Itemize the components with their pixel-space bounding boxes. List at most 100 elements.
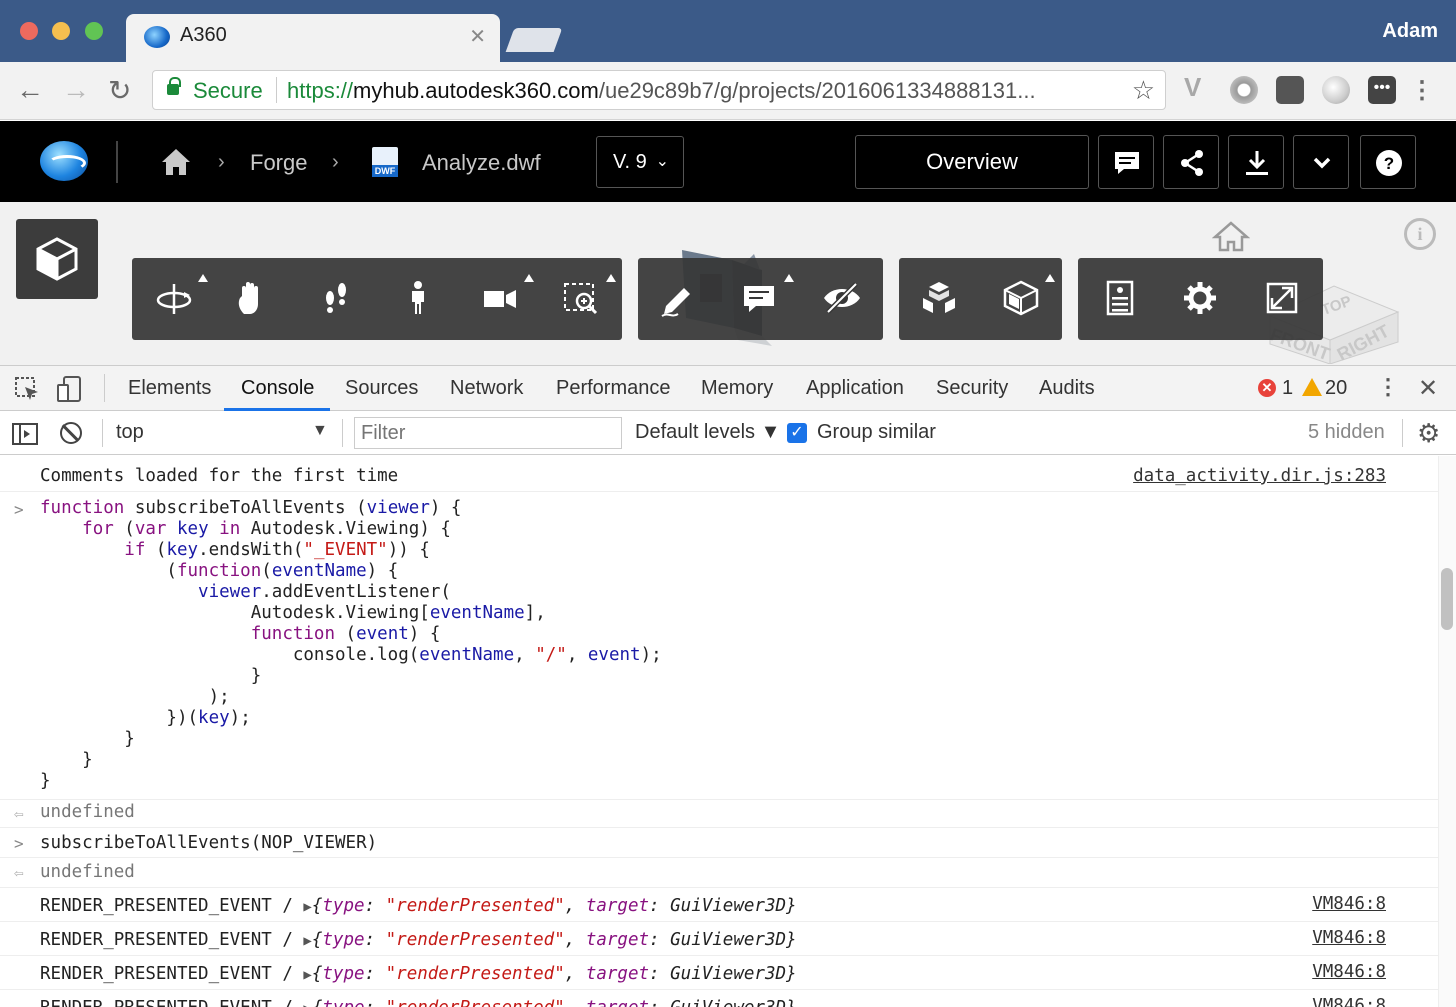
a360-logo-icon[interactable] [40,141,88,181]
explode-tool[interactable] [919,278,959,318]
inspect-element-icon[interactable] [14,376,40,402]
tab-application[interactable]: Application [806,377,904,400]
submenu-arrow-icon [784,274,794,282]
fullscreen-tool[interactable] [1262,278,1302,318]
device-toolbar-icon[interactable] [56,375,84,403]
lock-icon [167,77,181,95]
window-minimize-button[interactable] [52,22,70,40]
log-source-link[interactable]: VM846:8 [1312,962,1386,982]
back-arrow-icon[interactable]: ← [16,74,44,106]
overview-button[interactable]: Overview [855,135,1089,189]
submenu-arrow-icon [198,274,208,282]
new-tab-button[interactable] [505,28,563,52]
tab-audits[interactable]: Audits [1039,377,1095,400]
section-tool[interactable] [1001,274,1055,318]
camera-tool[interactable] [480,274,534,318]
console-output[interactable]: Comments loaded for the first time data_… [0,456,1456,1007]
info-icon[interactable]: i [1404,218,1436,250]
code-line-10: ); [40,687,230,707]
extension-dots-icon[interactable]: ••• [1368,76,1396,104]
comments-tool[interactable] [740,274,794,318]
tab-memory[interactable]: Memory [701,377,773,400]
properties-tool[interactable] [1100,278,1140,318]
comment-button[interactable] [1098,135,1154,189]
breadcrumb-forge[interactable]: Forge [250,150,307,176]
tab-security[interactable]: Security [936,377,1008,400]
console-log-row: RENDER_PRESENTED_EVENT / ▶{type: "render… [0,888,1438,922]
devtools-close-icon[interactable]: ✕ [1418,374,1438,403]
dropdown-arrow-icon[interactable]: ▼ [312,422,328,440]
pan-tool[interactable] [232,278,272,318]
help-button[interactable]: ? [1360,135,1416,189]
console-sidebar-icon[interactable] [12,423,38,445]
clear-console-icon[interactable] [60,422,82,444]
group-similar-label[interactable]: Group similar [817,421,936,444]
console-filter-input[interactable] [354,417,622,449]
expand-triangle-icon[interactable]: ▶ [303,1001,311,1007]
model-toolbar [899,258,1062,340]
breadcrumb-separator-icon: › [218,151,225,173]
scrollbar-thumb[interactable] [1441,568,1453,630]
first-person-tool[interactable] [398,278,438,318]
tab-console[interactable]: Console [241,377,314,400]
log-source-link[interactable]: VM846:8 [1312,996,1386,1007]
code-line-3: if (key.endsWith("_EVENT")) { [124,540,430,560]
download-icon [1246,151,1268,175]
devtools-menu-icon[interactable]: ⋮ [1377,374,1399,400]
address-bar[interactable]: Secure https://myhub.autodesk360.com/ue2… [152,70,1166,110]
tab-elements[interactable]: Elements [128,377,211,400]
dwf-file-icon: DWF [372,147,398,177]
extension-v-icon[interactable]: V [1184,72,1212,102]
profile-name[interactable]: Adam [1382,20,1438,43]
group-similar-checkbox[interactable]: ✓ [787,423,807,443]
expand-triangle-icon[interactable]: ▶ [303,967,311,983]
warning-icon[interactable] [1302,378,1322,396]
context-selector[interactable]: top [116,421,144,444]
url-text[interactable]: https://myhub.autodesk360.com/ue29c89b7/… [287,78,1036,104]
console-log-row: RENDER_PRESENTED_EVENT / ▶{type: "render… [0,990,1438,1007]
hide-tool[interactable] [822,278,862,318]
version-dropdown[interactable]: V. 9 ⌄ [596,136,684,188]
orbit-tool[interactable] [154,274,208,318]
more-options-button[interactable] [1293,135,1349,189]
forward-arrow-icon[interactable]: → [62,74,90,106]
warning-count[interactable]: 20 [1325,377,1347,400]
extension-circle-icon[interactable] [1230,76,1258,104]
console-source-link[interactable]: data_activity.dir.js:283 [1133,466,1386,486]
tab-network[interactable]: Network [450,377,523,400]
download-button[interactable] [1228,135,1284,189]
error-icon[interactable]: ✕ [1258,379,1276,397]
extension-camera-icon[interactable] [1276,76,1304,104]
a360-header: › Forge › DWF Analyze.dwf V. 9 ⌄ Overvie… [0,121,1456,202]
markup-tool[interactable] [658,278,698,318]
log-source-link[interactable]: VM846:8 [1312,928,1386,948]
code-line-8: console.log(eventName, "/", event); [40,645,662,665]
window-maximize-button[interactable] [85,22,103,40]
home-icon[interactable] [160,147,192,177]
share-button[interactable] [1163,135,1219,189]
console-settings-gear-icon[interactable]: ⚙ [1417,418,1440,449]
tab-sources[interactable]: Sources [345,377,418,400]
expand-triangle-icon[interactable]: ▶ [303,933,311,949]
expand-triangle-icon[interactable]: ▶ [303,899,311,915]
browser-menu-icon[interactable]: ⋮ [1410,76,1434,105]
zoom-window-tool[interactable] [562,274,616,318]
log-source-link[interactable]: VM846:8 [1312,894,1386,914]
error-count[interactable]: 1 [1282,377,1293,400]
console-filter-bar: top ▼ Default levels ▼ ✓ Group similar 5… [0,411,1456,455]
viewer-home-icon[interactable] [1212,220,1250,252]
settings-tool[interactable] [1180,278,1220,318]
tab-close-icon[interactable]: ✕ [469,24,486,49]
tab-performance[interactable]: Performance [556,377,671,400]
3d-viewer[interactable]: i TOP FRONT RIGHT [0,202,1456,365]
walk-tool[interactable] [316,278,356,318]
tab-title: A360 [180,24,227,46]
browser-tab-active[interactable]: A360 ✕ [126,14,500,62]
window-close-button[interactable] [20,22,38,40]
console-scrollbar[interactable] [1438,456,1456,1007]
log-levels-dropdown[interactable]: Default levels ▼ [635,421,780,444]
extension-cloud-icon[interactable] [1322,76,1350,104]
bookmark-star-icon[interactable]: ☆ [1132,75,1155,106]
reload-icon[interactable]: ↻ [108,74,131,107]
model-browser-button[interactable] [16,219,98,299]
